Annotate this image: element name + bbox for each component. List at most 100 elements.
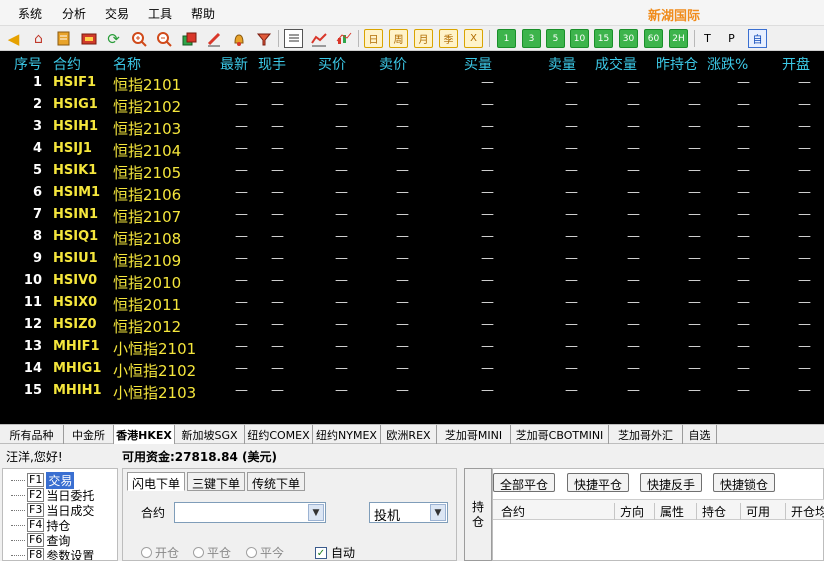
market-tab[interactable]: 自选 <box>683 425 717 444</box>
table-row[interactable]: 3 HSIH1 恒指2103 — — — — — — — — — — <box>0 117 824 139</box>
custom-self-button[interactable]: 自 <box>748 29 767 48</box>
minute-5-button[interactable]: 5 <box>546 29 565 48</box>
back-arrow-icon[interactable]: ◀ <box>4 29 23 48</box>
period-custom-button[interactable]: X <box>464 29 483 48</box>
minute-1-button[interactable]: 1 <box>497 29 516 48</box>
filter-icon[interactable] <box>254 29 273 48</box>
market-tab[interactable]: 芝加哥外汇 <box>609 425 683 444</box>
menu-help[interactable]: 帮助 <box>191 5 215 22</box>
chevron-down-icon[interactable]: ▼ <box>308 504 324 521</box>
col-header-last[interactable]: 最新 <box>220 54 248 74</box>
quote-list-icon[interactable] <box>284 29 303 48</box>
col-header-volume-now[interactable]: 现手 <box>258 54 286 74</box>
table-row[interactable]: 4 HSIJ1 恒指2104 — — — — — — — — — — <box>0 139 824 161</box>
menu-tools[interactable]: 工具 <box>148 5 172 22</box>
ticker-icon[interactable] <box>79 29 98 48</box>
col-header-contract[interactable]: 合约 <box>53 54 81 74</box>
market-tab[interactable]: 纽约COMEX <box>245 425 313 444</box>
window-icon[interactable] <box>179 29 198 48</box>
minute-60-button[interactable]: 60 <box>644 29 663 48</box>
quick-close-button[interactable]: 快捷平仓 <box>567 473 630 492</box>
quick-lock-button[interactable]: 快捷锁仓 <box>713 473 776 492</box>
col-header-bid-volume[interactable]: 买量 <box>464 54 492 74</box>
nav-item-f2[interactable]: F2 当日委托 <box>11 488 94 503</box>
col-header-ask[interactable]: 卖价 <box>379 54 407 74</box>
quote-table[interactable]: 序号 合约 名称 最新 现手 买价 卖价 买量 卖量 成交量 昨持仓 涨跌% 开… <box>0 51 824 424</box>
col-header-open[interactable]: 开盘 <box>782 54 810 74</box>
table-row[interactable]: 6 HSIM1 恒指2106 — — — — — — — — — — <box>0 183 824 205</box>
tab-classic-order[interactable]: 传统下单 <box>247 472 306 491</box>
minute-15-button[interactable]: 15 <box>594 29 613 48</box>
menu-analysis[interactable]: 分析 <box>62 5 86 22</box>
quick-reverse-button[interactable]: 快捷反手 <box>640 473 703 492</box>
tab-flash-order[interactable]: 闪电下单 <box>127 472 186 491</box>
period-week-button[interactable]: 周 <box>389 29 408 48</box>
table-row[interactable]: 7 HSIN1 恒指2107 — — — — — — — — — — <box>0 205 824 227</box>
table-row[interactable]: 12 HSIZ0 恒指2012 — — — — — — — — — — <box>0 315 824 337</box>
radio-open[interactable]: 开仓 <box>141 544 179 561</box>
col-header-prev-oi[interactable]: 昨持仓 <box>656 54 698 74</box>
table-row[interactable]: 8 HSIQ1 恒指2108 — — — — — — — — — — <box>0 227 824 249</box>
nav-item-f8[interactable]: F8 参数设置 <box>11 548 94 560</box>
position-side-tab[interactable]: 持 仓 <box>464 468 492 561</box>
col-header-attribute[interactable]: 属性 <box>654 503 684 520</box>
col-header-seq[interactable]: 序号 <box>14 54 42 74</box>
menu-system[interactable]: 系统 <box>18 5 42 22</box>
market-tab[interactable]: 芝加哥MINI <box>437 425 511 444</box>
tick-t-button[interactable]: T <box>698 29 717 48</box>
nav-item-f6[interactable]: F6 查询 <box>11 533 70 548</box>
period-day-button[interactable]: 日 <box>364 29 383 48</box>
menu-trade[interactable]: 交易 <box>105 5 129 22</box>
table-row[interactable]: 14 MHIG1 小恒指2102 — — — — — — — — — — <box>0 359 824 381</box>
nav-item-f3[interactable]: F3 当日成交 <box>11 503 94 518</box>
col-header-change-pct[interactable]: 涨跌% <box>707 54 748 74</box>
table-row[interactable]: 1 HSIF1 恒指2101 — — — — — — — — — — <box>0 73 824 95</box>
market-tab[interactable]: 欧洲REX <box>381 425 437 444</box>
col-header-name[interactable]: 名称 <box>113 54 141 74</box>
zoom-in-icon[interactable] <box>129 29 148 48</box>
col-header-turnover[interactable]: 成交量 <box>595 54 637 74</box>
table-row[interactable]: 11 HSIX0 恒指2011 — — — — — — — — — — <box>0 293 824 315</box>
market-tab[interactable]: 纽约NYMEX <box>313 425 381 444</box>
nav-item-f1[interactable]: F1 交易 <box>11 471 75 489</box>
col-header-contract[interactable]: 合约 <box>501 503 525 520</box>
col-header-bid[interactable]: 买价 <box>318 54 346 74</box>
col-header-avg-open[interactable]: 开仓均 <box>785 503 824 520</box>
market-tab[interactable]: 所有品种 <box>0 425 64 444</box>
minute-10-button[interactable]: 10 <box>570 29 589 48</box>
close-all-button[interactable]: 全部平仓 <box>493 473 556 492</box>
tab-three-key-order[interactable]: 三键下单 <box>187 472 246 491</box>
contract-combobox[interactable]: ▼ <box>174 502 326 523</box>
auto-checkbox[interactable]: ✓ 自动 <box>315 544 355 561</box>
table-row[interactable]: 13 MHIF1 小恒指2101 — — — — — — — — — — <box>0 337 824 359</box>
price-p-button[interactable]: P <box>722 29 741 48</box>
minute-30-button[interactable]: 30 <box>619 29 638 48</box>
period-month-button[interactable]: 月 <box>414 29 433 48</box>
radio-close[interactable]: 平仓 <box>193 544 231 561</box>
col-header-position[interactable]: 持仓 <box>696 503 726 520</box>
time-chart-icon[interactable] <box>309 29 328 48</box>
pen-icon[interactable] <box>204 29 223 48</box>
zoom-out-icon[interactable] <box>154 29 173 48</box>
refresh-icon[interactable]: ⟳ <box>104 29 123 48</box>
nav-item-f4[interactable]: F4 持仓 <box>11 518 70 533</box>
table-row[interactable]: 15 MHIH1 小恒指2103 — — — — — — — — — — <box>0 381 824 403</box>
col-header-available[interactable]: 可用 <box>740 503 770 520</box>
bell-icon[interactable] <box>229 29 248 48</box>
table-row[interactable]: 5 HSIK1 恒指2105 — — — — — — — — — — <box>0 161 824 183</box>
col-header-direction[interactable]: 方向 <box>614 503 644 520</box>
speculation-select[interactable]: 投机 ▼ <box>369 502 448 524</box>
kline-chart-icon[interactable] <box>334 29 353 48</box>
col-header-ask-volume[interactable]: 卖量 <box>548 54 576 74</box>
table-row[interactable]: 9 HSIU1 恒指2109 — — — — — — — — — — <box>0 249 824 271</box>
chevron-down-icon[interactable]: ▼ <box>430 504 446 521</box>
home-icon[interactable]: ⌂ <box>29 29 48 48</box>
period-quarter-button[interactable]: 季 <box>439 29 458 48</box>
notebook-icon[interactable] <box>54 29 73 48</box>
minute-3-button[interactable]: 3 <box>522 29 541 48</box>
market-tab[interactable]: 芝加哥CBOTMINI <box>511 425 609 444</box>
market-tab[interactable]: 新加坡SGX <box>175 425 245 444</box>
radio-close-today[interactable]: 平今 <box>246 544 284 561</box>
hour-2-button[interactable]: 2H <box>669 29 688 48</box>
market-tab[interactable]: 中金所 <box>64 425 114 444</box>
